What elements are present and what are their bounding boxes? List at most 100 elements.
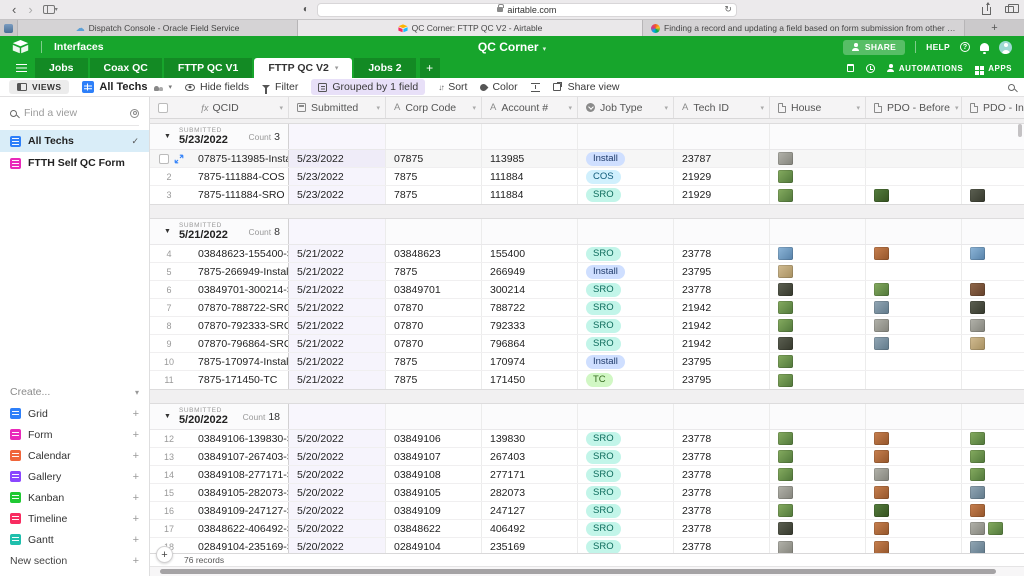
submitted-cell[interactable]: 5/21/2022 <box>289 299 386 316</box>
browser-share-icon[interactable] <box>982 7 991 15</box>
tech-id-cell[interactable]: 23795 <box>674 371 770 389</box>
pdo-before-cell[interactable] <box>866 520 962 537</box>
submitted-cell[interactable]: 5/20/2022 <box>289 520 386 537</box>
pdo-before-cell[interactable] <box>866 317 962 334</box>
pdo-before-cell[interactable] <box>866 538 962 553</box>
attachment-thumbnail[interactable] <box>778 170 793 183</box>
submitted-cell[interactable]: 5/21/2022 <box>289 335 386 352</box>
privacy-report-icon[interactable]: ◐ <box>303 5 309 15</box>
account-cell[interactable]: 788722 <box>482 299 578 316</box>
filter-button[interactable]: Filter <box>262 81 298 93</box>
search-icon[interactable] <box>1008 84 1015 91</box>
create-view-kanban[interactable]: Kanban+ <box>0 487 149 508</box>
pdo-inside-cell[interactable] <box>962 448 1024 465</box>
corp-code-cell[interactable]: 03849106 <box>386 430 482 447</box>
select-all-checkbox[interactable] <box>158 103 168 113</box>
account-cell[interactable]: 139830 <box>482 430 578 447</box>
corp-code-cell[interactable]: 7875 <box>386 186 482 204</box>
tech-id-cell[interactable]: 23778 <box>674 520 770 537</box>
attachment-thumbnail[interactable] <box>874 541 889 554</box>
column-header-submitted[interactable]: Submitted▾ <box>289 97 386 118</box>
job-type-cell[interactable]: SRO <box>578 466 674 483</box>
attachment-thumbnail[interactable] <box>970 283 985 296</box>
job-type-cell[interactable]: SRO <box>578 299 674 316</box>
corp-code-cell[interactable]: 7875 <box>386 371 482 389</box>
tech-id-cell[interactable]: 23778 <box>674 448 770 465</box>
account-cell[interactable]: 266949 <box>482 263 578 280</box>
attachment-thumbnail[interactable] <box>874 522 889 535</box>
pdo-before-cell[interactable] <box>866 150 962 167</box>
table-row[interactable]: 27875-111884-COS5/23/20227875111884COS21… <box>150 168 1024 186</box>
attachment-thumbnail[interactable] <box>874 301 889 314</box>
qcid-cell[interactable]: 7875-171450-TC <box>198 374 288 386</box>
pdo-before-cell[interactable] <box>866 281 962 298</box>
expand-record-icon[interactable] <box>174 154 184 164</box>
tab-fttp-qc-v1[interactable]: FTTP QC V1 <box>164 58 252 78</box>
job-type-cell[interactable]: COS <box>578 168 674 185</box>
attachment-thumbnail[interactable] <box>778 468 793 481</box>
reload-icon[interactable]: ↻ <box>724 4 732 15</box>
corp-code-cell[interactable]: 03848623 <box>386 245 482 262</box>
browser-url-bar[interactable]: airtable.com ↻ <box>317 3 737 17</box>
add-record-button[interactable]: + <box>156 546 173 563</box>
avatar[interactable] <box>999 41 1012 54</box>
table-row[interactable]: 603849701-300214-SRO5/21/202203849701300… <box>150 281 1024 299</box>
attachment-thumbnail[interactable] <box>970 337 985 350</box>
attachment-thumbnail[interactable] <box>874 432 889 445</box>
tab-fttp-qc-v2[interactable]: FTTP QC V2▾ <box>254 58 352 78</box>
table-row[interactable]: 37875-111884-SRO5/23/20227875111884SRO21… <box>150 186 1024 204</box>
account-cell[interactable]: 300214 <box>482 281 578 298</box>
submitted-cell[interactable]: 5/21/2022 <box>289 317 386 334</box>
plus-icon[interactable]: + <box>133 450 139 462</box>
airtable-logo[interactable] <box>12 40 29 54</box>
tech-id-cell[interactable]: 23787 <box>674 150 770 167</box>
attachment-thumbnail[interactable] <box>778 541 793 554</box>
share-view-button[interactable]: Share view <box>553 81 620 93</box>
house-cell[interactable] <box>770 281 866 298</box>
pdo-before-cell[interactable] <box>866 371 962 389</box>
pdo-before-cell[interactable] <box>866 448 962 465</box>
column-header-pdo-inside[interactable]: PDO - Inside▾ <box>962 97 1024 118</box>
tech-id-cell[interactable]: 21929 <box>674 186 770 204</box>
attachment-thumbnail[interactable] <box>778 319 793 332</box>
attachment-thumbnail[interactable] <box>778 189 793 202</box>
find-view-input[interactable]: Find a view <box>10 104 139 126</box>
pdo-before-cell[interactable] <box>866 353 962 370</box>
job-type-cell[interactable]: SRO <box>578 502 674 519</box>
qcid-cell[interactable]: 7875-266949-Install <box>198 266 288 278</box>
pdo-inside-cell[interactable] <box>962 150 1024 167</box>
create-view-grid[interactable]: Grid+ <box>0 403 149 424</box>
automations-button[interactable]: AUTOMATIONS <box>887 64 963 73</box>
house-cell[interactable] <box>770 448 866 465</box>
attachment-thumbnail[interactable] <box>874 450 889 463</box>
attachment-thumbnail[interactable] <box>970 247 985 260</box>
tech-id-cell[interactable]: 23778 <box>674 484 770 501</box>
account-cell[interactable]: 171450 <box>482 371 578 389</box>
attachment-thumbnail[interactable] <box>970 522 985 535</box>
corp-code-cell[interactable]: 03849701 <box>386 281 482 298</box>
attachment-thumbnail[interactable] <box>778 504 793 517</box>
table-row[interactable]: 107875-170974-Install5/21/20227875170974… <box>150 353 1024 371</box>
qcid-cell[interactable]: 03849701-300214-SRO <box>198 284 288 296</box>
column-header-house[interactable]: House▾ <box>770 97 866 118</box>
corp-code-cell[interactable]: 03849107 <box>386 448 482 465</box>
column-header-tech-id[interactable]: Tech ID▾ <box>674 97 770 118</box>
table-row[interactable]: 117875-171450-TC5/21/20227875171450TC237… <box>150 371 1024 389</box>
attachment-thumbnail[interactable] <box>970 541 985 554</box>
qcid-cell[interactable]: 07870-796864-SRO <box>198 338 288 350</box>
qcid-cell[interactable]: 03849106-139830-SRO <box>198 433 288 445</box>
browser-sidebar-button[interactable]: ▾ <box>43 5 58 14</box>
table-row[interactable]: 707870-788722-SRO5/21/202207870788722SRO… <box>150 299 1024 317</box>
pdo-inside-cell[interactable] <box>962 245 1024 262</box>
hide-fields-button[interactable]: Hide fields <box>185 81 249 93</box>
qcid-cell[interactable]: 03849107-267403-SRO <box>198 451 288 463</box>
house-cell[interactable] <box>770 353 866 370</box>
views-button[interactable]: VIEWS <box>9 80 69 94</box>
account-cell[interactable]: 796864 <box>482 335 578 352</box>
plus-icon[interactable]: + <box>133 429 139 441</box>
create-header[interactable]: Create...▾ <box>0 381 149 403</box>
row-height-button[interactable] <box>531 83 540 92</box>
new-section-button[interactable]: New section+ <box>0 550 149 571</box>
attachment-thumbnail[interactable] <box>778 432 793 445</box>
attachment-thumbnail[interactable] <box>970 319 985 332</box>
